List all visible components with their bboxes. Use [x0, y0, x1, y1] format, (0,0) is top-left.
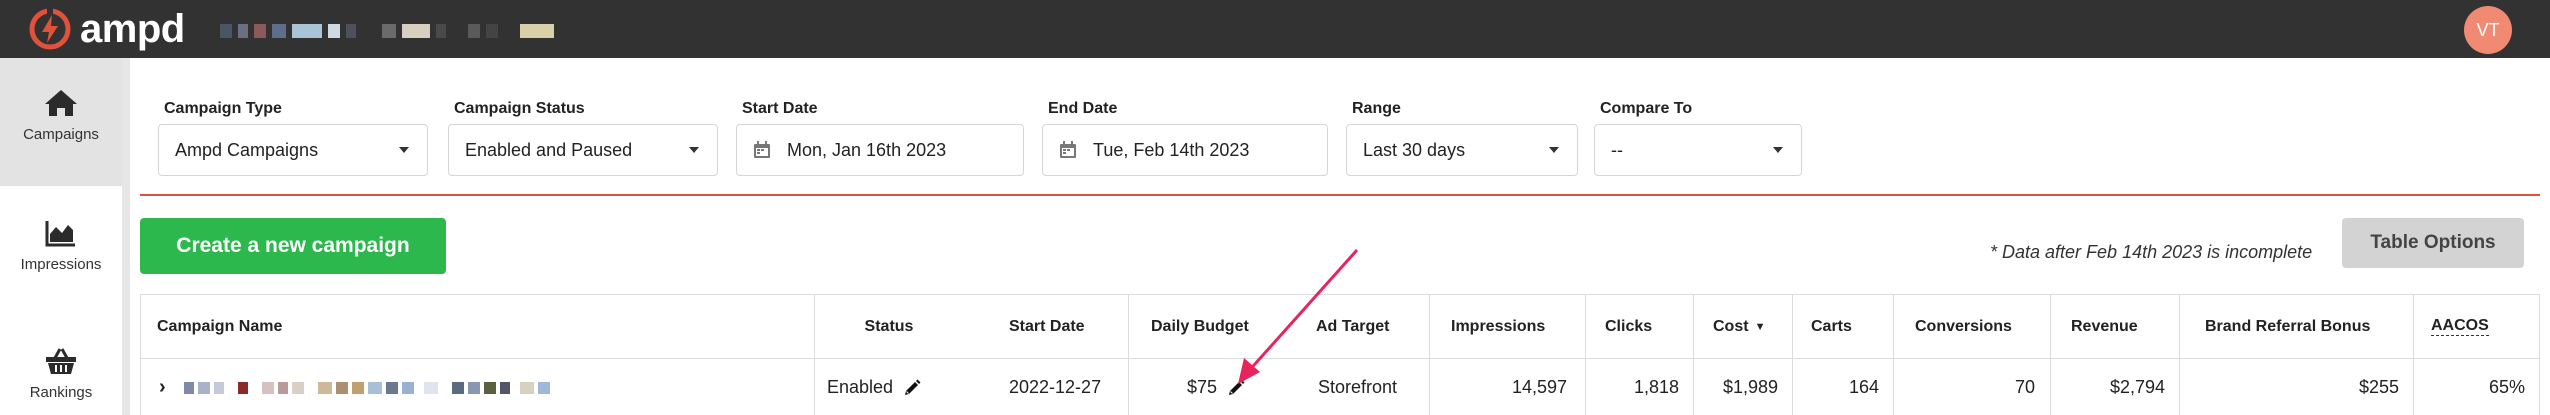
- header-revenue[interactable]: Revenue: [2071, 295, 2138, 358]
- account-selector[interactable]: [220, 22, 554, 40]
- app-name: ampd: [80, 7, 185, 51]
- campaign-type-select[interactable]: Ampd Campaigns: [158, 124, 428, 176]
- calendar-icon: [1060, 141, 1076, 158]
- campaign-status-filter: Campaign Status Enabled and Paused: [448, 100, 718, 176]
- filter-label: Compare To: [1600, 100, 1693, 117]
- header-aacos-label: AACOS: [2431, 317, 2489, 336]
- filter-label: End Date: [1048, 100, 1118, 117]
- logo-icon: [29, 8, 71, 50]
- cost-cell: $1,989: [1722, 377, 1778, 397]
- aacos-cell: 65%: [2488, 377, 2525, 397]
- carts-cell: 164: [1848, 377, 1879, 397]
- calendar-icon: [754, 141, 770, 158]
- sidebar-item-label: Campaigns: [23, 126, 99, 143]
- range-select[interactable]: Last 30 days: [1346, 124, 1578, 176]
- sidebar-item-label: Impressions: [20, 256, 102, 273]
- header-brand-referral-bonus[interactable]: Brand Referral Bonus: [2205, 295, 2370, 358]
- conversions-cell: 70: [2014, 377, 2035, 397]
- status-value: Enabled: [827, 377, 894, 397]
- campaign-status-select[interactable]: Enabled and Paused: [448, 124, 718, 176]
- campaign-type-filter: Campaign Type Ampd Campaigns: [158, 100, 428, 176]
- table-row: › Enabled 2022-12-27 $75 Storefront 14,5…: [141, 359, 2539, 415]
- chevron-down-icon: [399, 147, 409, 153]
- campaigns-table: Campaign Name Status Start Date Daily Bu…: [140, 294, 2540, 415]
- header-status[interactable]: Status: [814, 295, 964, 358]
- user-avatar[interactable]: VT: [2464, 6, 2512, 54]
- end-date-input[interactable]: Tue, Feb 14th 2023: [1042, 124, 1328, 176]
- campaigns-panel: Campaign Type Ampd Campaigns Campaign St…: [130, 58, 2550, 415]
- select-value: --: [1611, 139, 1623, 160]
- campaign-name-cell: ›: [159, 359, 550, 415]
- basket-icon: [46, 348, 76, 374]
- status-cell: Enabled: [827, 359, 921, 415]
- filter-label: Start Date: [742, 100, 818, 117]
- filter-label: Campaign Status: [454, 100, 585, 117]
- compare-to-select[interactable]: --: [1594, 124, 1802, 176]
- edit-status-pencil-icon[interactable]: [903, 379, 921, 397]
- header-start-date[interactable]: Start Date: [1009, 295, 1085, 358]
- select-value: Last 30 days: [1363, 139, 1466, 160]
- filter-label: Range: [1352, 100, 1401, 117]
- chevron-right-icon[interactable]: ›: [159, 376, 166, 399]
- sidebar-item-campaigns[interactable]: Campaigns: [0, 58, 122, 186]
- edit-budget-pencil-icon[interactable]: [1227, 379, 1245, 397]
- chevron-down-icon: [1549, 147, 1559, 153]
- area-chart-icon: [45, 221, 75, 247]
- brand-referral-bonus-cell: $255: [2358, 377, 2399, 397]
- daily-budget-cell: $75: [1187, 359, 1245, 415]
- header-cost[interactable]: Cost ▼: [1713, 295, 1765, 358]
- date-value: Tue, Feb 14th 2023: [1093, 139, 1250, 160]
- filter-label: Campaign Type: [164, 100, 282, 117]
- sidebar-item-impressions[interactable]: Impressions: [0, 218, 122, 318]
- ampd-logo[interactable]: ampd: [28, 6, 185, 52]
- revenue-cell: $2,794: [2109, 377, 2165, 397]
- sidebar-item-label: Rankings: [29, 384, 93, 401]
- start-date-input[interactable]: Mon, Jan 16th 2023: [736, 124, 1024, 176]
- end-date-filter: End Date Tue, Feb 14th 2023: [1042, 100, 1328, 176]
- header-conversions[interactable]: Conversions: [1915, 295, 2012, 358]
- table-options-button[interactable]: Table Options: [2342, 218, 2524, 268]
- compare-to-filter: Compare To --: [1594, 100, 1802, 176]
- header-ad-target[interactable]: Ad Target: [1316, 295, 1389, 358]
- chevron-down-icon: [689, 147, 699, 153]
- sidebar-item-rankings[interactable]: Rankings: [0, 346, 122, 415]
- start-date-cell: 2022-12-27: [1009, 377, 1102, 397]
- range-filter: Range Last 30 days: [1346, 100, 1578, 176]
- header-daily-budget[interactable]: Daily Budget: [1151, 295, 1249, 358]
- header-campaign-name[interactable]: Campaign Name: [157, 295, 282, 358]
- table-header: Campaign Name Status Start Date Daily Bu…: [141, 295, 2539, 359]
- header-aacos[interactable]: AACOS: [2431, 295, 2489, 358]
- top-bar: ampd VT: [0, 0, 2550, 58]
- date-value: Mon, Jan 16th 2023: [787, 139, 947, 160]
- home-icon: [45, 90, 77, 116]
- impressions-cell: 14,597: [1511, 377, 1567, 397]
- header-cost-label: Cost: [1713, 317, 1749, 335]
- header-clicks[interactable]: Clicks: [1605, 295, 1652, 358]
- clicks-cell: 1,818: [1633, 377, 1679, 397]
- header-carts[interactable]: Carts: [1811, 295, 1852, 358]
- select-value: Enabled and Paused: [465, 139, 633, 160]
- start-date-filter: Start Date Mon, Jan 16th 2023: [736, 100, 1024, 176]
- create-campaign-button[interactable]: Create a new campaign: [140, 218, 446, 274]
- divider: [140, 194, 2540, 196]
- campaign-name-redacted[interactable]: [183, 381, 550, 394]
- ad-target-link[interactable]: Storefront: [1318, 359, 1397, 415]
- chevron-down-icon: [1773, 147, 1783, 153]
- sort-descending-icon: ▼: [1754, 320, 1766, 333]
- header-impressions[interactable]: Impressions: [1451, 295, 1545, 358]
- select-value: Ampd Campaigns: [175, 139, 319, 160]
- incomplete-data-note: * Data after Feb 14th 2023 is incomplete: [1990, 242, 2313, 262]
- daily-budget-value: $75: [1187, 377, 1218, 397]
- sidebar: Campaigns Impressions Rankings: [0, 58, 122, 415]
